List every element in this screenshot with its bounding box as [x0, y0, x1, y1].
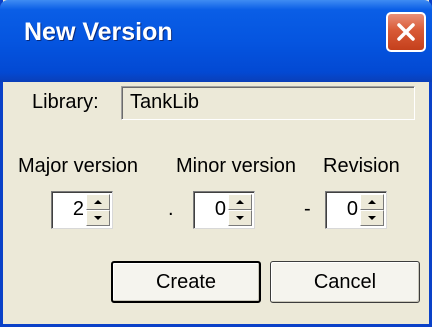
major-version-value[interactable]: 2	[73, 198, 84, 221]
major-version-down-button[interactable]	[86, 210, 110, 226]
revision-label: Revision	[323, 155, 400, 177]
major-version-label: Major version	[18, 155, 139, 177]
cancel-button[interactable]: Cancel	[270, 261, 420, 303]
revision-up-button[interactable]	[360, 194, 384, 210]
version-dot-separator: .	[168, 198, 174, 220]
library-field: TankLib	[121, 86, 415, 120]
major-version-stepper[interactable]: 2	[51, 191, 113, 229]
title-bar[interactable]: New Version	[0, 0, 432, 82]
dialog-window: New Version Library: TankLib Major versi…	[0, 0, 432, 327]
spin-down-icon	[236, 216, 244, 220]
create-button[interactable]: Create	[111, 261, 261, 303]
spin-up-icon	[368, 200, 376, 204]
library-label: Library:	[32, 91, 99, 113]
major-version-up-button[interactable]	[86, 194, 110, 210]
close-button[interactable]	[386, 12, 426, 52]
minor-version-label: Minor version	[176, 155, 297, 177]
minor-version-stepper[interactable]: 0	[193, 191, 255, 229]
version-dash-separator: -	[304, 198, 311, 220]
minor-version-value[interactable]: 0	[215, 198, 226, 221]
revision-value[interactable]: 0	[347, 198, 358, 221]
spin-up-icon	[94, 200, 102, 204]
close-icon	[397, 23, 415, 41]
window-title: New Version	[24, 18, 173, 46]
spin-down-icon	[94, 216, 102, 220]
spin-up-icon	[236, 200, 244, 204]
revision-stepper[interactable]: 0	[325, 191, 387, 229]
minor-version-up-button[interactable]	[228, 194, 252, 210]
spin-down-icon	[368, 216, 376, 220]
revision-down-button[interactable]	[360, 210, 384, 226]
minor-version-down-button[interactable]	[228, 210, 252, 226]
